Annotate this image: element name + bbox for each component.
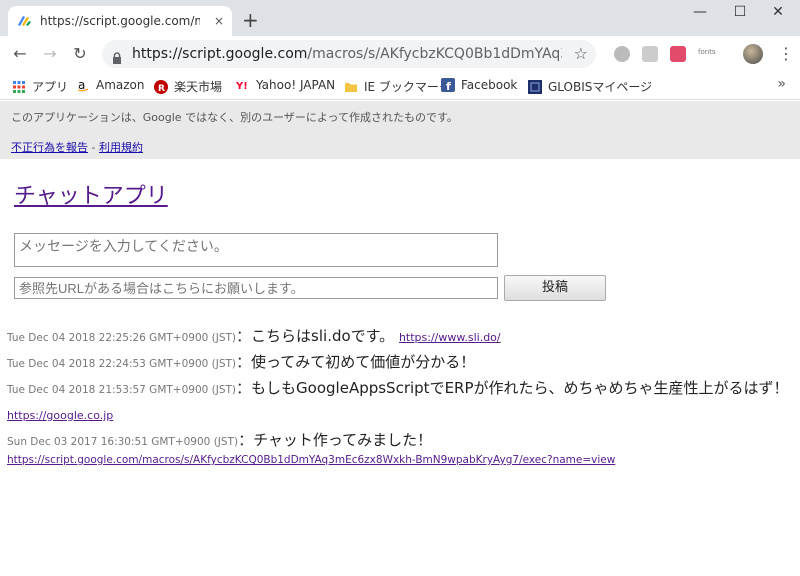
bookmarks-bar: アプリ a Amazon R 楽天市場 Y! Yahoo! JAPAN IE ブ…: [0, 72, 800, 100]
list-item: Tue Dec 04 2018 21:53:57 GMT+0900 (JST)：…: [7, 376, 793, 428]
bookmark-rakuten[interactable]: R 楽天市場: [154, 78, 222, 95]
extension-fonts-icon[interactable]: fonts: [698, 48, 722, 64]
bookmark-ie-folder[interactable]: IE ブックマーク: [344, 78, 451, 95]
maximize-button[interactable]: ☐: [720, 4, 760, 24]
url-host: https://script.google.com: [132, 46, 308, 62]
svg-text:Y!: Y!: [236, 81, 248, 92]
browser-toolbar: ← → ↻ https://script.google.com/macros/s…: [0, 36, 800, 72]
link-separator: -: [88, 141, 99, 154]
url-input[interactable]: [14, 277, 498, 299]
browser-tab[interactable]: https://script.google.com/macros ×: [8, 6, 232, 36]
extension-red-icon[interactable]: [670, 46, 686, 62]
post-timestamp: Tue Dec 04 2018 22:25:26 GMT+0900 (JST): [7, 332, 237, 344]
post-timestamp: Tue Dec 04 2018 21:53:57 GMT+0900 (JST): [7, 384, 237, 396]
rakuten-icon: R: [154, 79, 168, 94]
address-bar[interactable]: https://script.google.com/macros/s/AKfyc…: [102, 40, 596, 68]
avatar[interactable]: [743, 44, 763, 64]
tab-title: https://script.google.com/macros: [40, 14, 200, 28]
amazon-icon: a: [76, 78, 90, 92]
bookmark-star-icon[interactable]: ☆: [574, 44, 588, 63]
post-separator: ：: [236, 327, 252, 345]
menu-dots-icon[interactable]: ⋮: [778, 44, 794, 63]
extension-chat-icon[interactable]: [642, 46, 658, 62]
bookmark-label: IE ブックマーク: [364, 80, 451, 94]
close-window-button[interactable]: ✕: [758, 4, 798, 24]
forward-button[interactable]: →: [40, 44, 60, 63]
new-tab-button[interactable]: +: [242, 8, 259, 32]
extension-circle-icon[interactable]: [614, 46, 630, 62]
warning-links: 不正行為を報告 - 利用規約: [11, 139, 143, 155]
browser-titlebar: https://script.google.com/macros × + — ☐…: [0, 0, 800, 36]
globis-icon: [528, 79, 542, 94]
bookmark-label: Facebook: [461, 78, 518, 92]
list-item: Tue Dec 04 2018 22:25:26 GMT+0900 (JST)：…: [7, 324, 793, 350]
folder-icon: [344, 80, 358, 94]
report-abuse-link[interactable]: 不正行為を報告: [11, 141, 88, 154]
url-path: /macros/s/AKfycbzKCQ0Bb1dDmYAq3mEc6zx8..…: [307, 46, 562, 62]
url-text: https://script.google.com/macros/s/AKfyc…: [132, 46, 562, 62]
post-text: こちらはsli.doです。: [251, 327, 395, 345]
post-link[interactable]: https://www.sli.do/: [399, 331, 501, 344]
view-url-link[interactable]: https://script.google.com/macros/s/AKfyc…: [7, 454, 615, 466]
post-link[interactable]: https://google.co.jp: [7, 409, 113, 422]
apps-script-icon: [16, 13, 32, 29]
bookmark-label: Amazon: [96, 78, 145, 92]
apps-grid-icon: [12, 80, 26, 94]
bookmarks-more-icon[interactable]: »: [777, 76, 786, 92]
reload-button[interactable]: ↻: [70, 44, 90, 63]
svg-text:f: f: [446, 80, 451, 92]
yahoo-icon: Y!: [235, 78, 250, 92]
svg-text:R: R: [158, 84, 165, 94]
page-title[interactable]: チャットアプリ: [14, 178, 168, 210]
warning-text: このアプリケーションは、Google ではなく、別のユーザーによって作成されたも…: [11, 111, 458, 124]
bookmark-label: アプリ: [32, 80, 69, 94]
post-timestamp: Sun Dec 03 2017 16:30:51 GMT+0900 (JST): [7, 436, 239, 448]
list-item: Tue Dec 04 2018 22:24:53 GMT+0900 (JST)：…: [7, 350, 793, 376]
post-button[interactable]: 投稿: [504, 275, 606, 301]
bookmark-apps[interactable]: アプリ: [12, 78, 68, 95]
minimize-button[interactable]: —: [680, 4, 720, 24]
bookmark-yahoo[interactable]: Y! Yahoo! JAPAN: [235, 78, 336, 92]
tab-close-icon[interactable]: ×: [214, 14, 224, 28]
lock-icon: [112, 49, 122, 64]
bookmark-label: GLOBISマイページ: [548, 80, 653, 94]
post-text: チャット作ってみました！: [253, 431, 433, 449]
warning-banner: このアプリケーションは、Google ではなく、別のユーザーによって作成されたも…: [0, 101, 800, 159]
terms-link[interactable]: 利用規約: [99, 141, 143, 154]
message-input[interactable]: [14, 233, 498, 267]
bookmark-label: Yahoo! JAPAN: [256, 78, 336, 92]
post-separator: ：: [236, 379, 252, 397]
post-timestamp: Tue Dec 04 2018 22:24:53 GMT+0900 (JST): [7, 358, 237, 370]
bookmark-globis[interactable]: GLOBISマイページ: [528, 78, 652, 95]
facebook-icon: f: [441, 78, 455, 93]
post-text: 使ってみて初めて価値が分かる！: [251, 353, 476, 371]
back-button[interactable]: ←: [10, 44, 30, 63]
bookmark-facebook[interactable]: f Facebook: [441, 78, 518, 93]
post-list: Tue Dec 04 2018 22:25:26 GMT+0900 (JST)：…: [7, 324, 793, 454]
bookmark-label: 楽天市場: [174, 80, 223, 94]
post-separator: ：: [238, 431, 254, 449]
bookmark-amazon[interactable]: a Amazon: [76, 78, 145, 92]
list-item: Sun Dec 03 2017 16:30:51 GMT+0900 (JST)：…: [7, 428, 793, 454]
post-text: もしもGoogleAppsScriptでERPが作れたら、めちゃめちゃ生産性上が…: [251, 379, 789, 397]
post-separator: ：: [236, 353, 252, 371]
